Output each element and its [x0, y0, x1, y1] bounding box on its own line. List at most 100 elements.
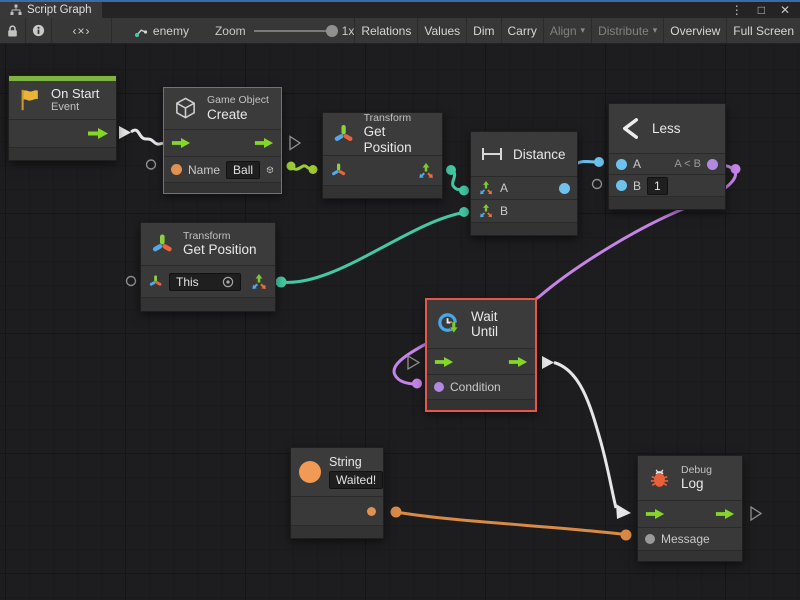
string-value-field[interactable]: Waited!	[329, 471, 383, 489]
node-subtitle: Event	[51, 101, 99, 114]
port-a-label: A	[633, 157, 641, 171]
zoom-slider-knob[interactable]	[326, 25, 338, 37]
node-title: Less	[652, 121, 681, 136]
node-footer	[164, 183, 281, 193]
unconnected-flow-indicator	[751, 507, 761, 520]
toolbar-right-group: Relations Values Dim Carry Align ▾ Distr…	[354, 18, 800, 43]
wire-endpoint	[391, 507, 402, 518]
unconnected-indicator	[127, 277, 136, 286]
node-footer	[9, 148, 116, 160]
gameobject-output-port[interactable]	[266, 162, 274, 178]
wire-endpoint	[731, 164, 741, 174]
info-button[interactable]	[26, 18, 52, 43]
zoom-slider[interactable]	[254, 30, 334, 32]
node-footer	[638, 551, 742, 561]
wait-until-clock-icon	[436, 311, 462, 338]
vector3-output-port[interactable]	[417, 162, 435, 180]
wire-endpoint	[621, 530, 632, 541]
flow-input-port[interactable]	[434, 356, 454, 368]
align-button[interactable]: Align ▾	[543, 18, 591, 43]
string-output-port[interactable]	[367, 507, 376, 516]
node-string-literal[interactable]: String Waited!	[290, 447, 384, 539]
flag-icon	[18, 87, 42, 113]
node-less[interactable]: Less A A < B B 1	[608, 103, 726, 210]
node-get-position-top[interactable]: Transform Get Position	[322, 112, 443, 199]
unconnected-flow-indicator	[290, 137, 300, 150]
wire-endpoint	[459, 207, 469, 217]
node-title: Distance	[513, 147, 566, 162]
less-result-port[interactable]	[707, 159, 718, 170]
vector3-output-port[interactable]	[250, 273, 268, 291]
flow-output-port[interactable]	[254, 137, 274, 149]
name-input-port[interactable]	[171, 164, 182, 175]
fullscreen-button[interactable]: Full Screen	[726, 18, 800, 43]
node-title: Wait Until	[471, 309, 526, 339]
string-icon	[299, 461, 321, 483]
dim-button[interactable]: Dim	[466, 18, 500, 43]
values-button[interactable]: Values	[417, 18, 466, 43]
node-footer	[141, 298, 275, 311]
info-icon	[32, 24, 45, 37]
tab-script-graph[interactable]: Script Graph	[0, 2, 102, 18]
node-title: Create	[207, 107, 269, 123]
vector3-input-port[interactable]	[478, 203, 494, 219]
message-input-port[interactable]	[645, 534, 655, 544]
flow-input-port[interactable]	[645, 508, 665, 520]
align-label: Align	[550, 24, 577, 38]
node-title: Get Position	[364, 124, 433, 156]
lock-button[interactable]	[0, 18, 26, 43]
node-create-gameobject[interactable]: Game Object Create Name Ball	[163, 87, 282, 194]
port-b-label: B	[633, 179, 641, 193]
node-title: Log	[681, 476, 712, 492]
zoom-control: Zoom 1x	[215, 18, 354, 43]
code-view-button[interactable]: ‹×›	[52, 18, 112, 43]
b-value-field[interactable]: 1	[647, 177, 668, 195]
wire-endpoint	[459, 186, 469, 196]
flow-input-port[interactable]	[171, 137, 191, 149]
distribute-button[interactable]: Distribute ▾	[591, 18, 663, 43]
distribute-label: Distribute	[598, 24, 649, 38]
script-graph-icon	[10, 4, 22, 16]
node-category: Transform	[364, 112, 433, 124]
wire-string-to-debuglog	[396, 512, 626, 535]
target-value-text: This	[176, 275, 199, 289]
relations-button[interactable]: Relations	[354, 18, 417, 43]
distance-output-port[interactable]	[559, 183, 570, 194]
gameobject-cube-icon	[173, 96, 198, 121]
less-b-input-port[interactable]	[616, 180, 627, 191]
lock-icon	[6, 24, 19, 38]
transform-input-port[interactable]	[330, 162, 347, 179]
node-wait-until[interactable]: Wait Until Condition	[425, 298, 537, 412]
graph-breadcrumb[interactable]: enemy	[134, 18, 189, 43]
flow-output-port[interactable]	[508, 356, 528, 368]
condition-input-port[interactable]	[434, 382, 444, 392]
node-debug-log[interactable]: Debug Log Message	[637, 455, 743, 562]
maximize-icon[interactable]: □	[758, 3, 765, 17]
carry-button[interactable]: Carry	[501, 18, 543, 43]
unconnected-indicator	[593, 180, 602, 189]
close-icon[interactable]: ✕	[780, 3, 790, 17]
window-menu-icon[interactable]: ⋮	[731, 3, 743, 17]
less-than-icon	[618, 116, 643, 141]
transform-input-port[interactable]	[148, 274, 163, 289]
wire-getpositionbottom-to-distance-b	[281, 213, 464, 283]
graph-icon	[134, 24, 148, 38]
target-value-field[interactable]: This	[169, 273, 241, 291]
debug-bug-icon	[647, 466, 672, 491]
chevron-down-icon: ▾	[653, 25, 658, 36]
node-category: Debug	[681, 464, 712, 476]
vector3-input-port[interactable]	[478, 180, 494, 196]
graph-toolbar: ‹×› enemy Zoom 1x Relations Values Dim C…	[0, 18, 800, 44]
node-distance[interactable]: Distance A B	[470, 131, 578, 236]
flow-output-port[interactable]	[715, 508, 735, 520]
unconnected-flow-indicator	[408, 356, 419, 369]
graph-canvas[interactable]: On Start Event Game Object Create	[0, 44, 800, 600]
overview-button[interactable]: Overview	[663, 18, 726, 43]
flow-output-port[interactable]	[87, 127, 109, 140]
less-a-input-port[interactable]	[616, 159, 627, 170]
name-value-field[interactable]: Ball	[226, 161, 260, 179]
node-title: On Start	[51, 86, 99, 101]
node-on-start-event[interactable]: On Start Event	[8, 75, 117, 161]
node-get-position-bottom[interactable]: Transform Get Position This	[140, 222, 276, 312]
object-picker-icon[interactable]	[222, 276, 234, 288]
